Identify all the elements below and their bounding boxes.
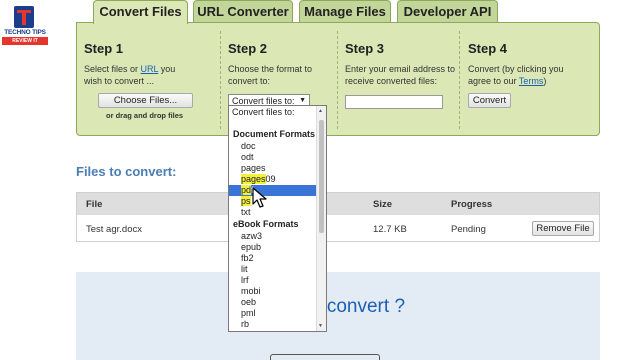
option-pdf[interactable]: pdf	[229, 185, 317, 196]
files-to-convert-title: Files to convert:	[76, 164, 177, 179]
choose-files-button[interactable]: Choose Files...	[98, 93, 193, 108]
option-pml[interactable]: pml	[229, 308, 317, 319]
scroll-up-icon[interactable]: ▲	[318, 108, 323, 114]
dropdown-scrollbar[interactable]: ▲ ▼	[316, 106, 326, 331]
file-name: Test agr.docx	[86, 224, 142, 235]
convert-button[interactable]: Convert	[468, 93, 511, 108]
option-epub[interactable]: epub	[229, 242, 317, 253]
option-odt[interactable]: odt	[229, 152, 317, 163]
step-1-text: Select files or URL you wish to convert …	[84, 64, 176, 86]
logo-subtitle: REVIEW IT	[2, 37, 48, 45]
step-1-title: Step 1	[84, 41, 124, 56]
logo-name: TECHNO TIPS	[4, 29, 46, 36]
step-3-text: Enter your email address to receive conv…	[345, 64, 456, 86]
terms-link[interactable]: Terms	[519, 76, 544, 86]
drop-zone-illustration	[270, 354, 380, 360]
tab-manage-files[interactable]: Manage Files	[299, 0, 391, 23]
column-header-file: File	[86, 199, 103, 210]
option-mobi[interactable]: mobi	[229, 286, 317, 297]
option-doc[interactable]: doc	[229, 141, 317, 152]
table-header	[77, 193, 599, 215]
option-oeb[interactable]: oeb	[229, 297, 317, 308]
step-2-text: Choose the format to convert to:	[228, 64, 313, 86]
steps-panel: Step 1 Select files or URL you wish to c…	[76, 22, 600, 136]
step-4: Step 4 Convert (by clicking you agree to…	[468, 23, 588, 135]
tab-url-converter[interactable]: URL Converter	[193, 0, 293, 23]
option-rb[interactable]: rb	[229, 319, 317, 330]
step-3-title: Step 3	[345, 41, 385, 56]
scroll-down-icon[interactable]: ▼	[318, 323, 323, 329]
tab-developer-api[interactable]: Developer API	[397, 0, 498, 23]
techno-tips-logo: TECHNO TIPS REVIEW IT	[2, 6, 48, 52]
step-divider	[337, 31, 338, 129]
column-header-size: Size	[373, 199, 393, 210]
files-table: File Size Progress Test agr.docx 12.7 KB…	[76, 192, 600, 242]
step-3: Step 3 Enter your email address to recei…	[345, 23, 460, 135]
file-size: 12.7 KB	[373, 224, 407, 235]
option-ps[interactable]: ps	[229, 196, 317, 207]
format-dropdown-list[interactable]: Convert files to: Document Formats doc o…	[228, 105, 327, 332]
email-field[interactable]	[345, 95, 443, 109]
option-txt[interactable]: txt	[229, 207, 317, 218]
step-divider	[459, 31, 460, 129]
option-pages[interactable]: pages	[229, 163, 317, 174]
option-pages09[interactable]: pages09	[229, 174, 317, 185]
step-2-title: Step 2	[228, 41, 268, 56]
logo-mark-icon	[14, 6, 34, 28]
mouse-pointer-icon	[252, 187, 267, 208]
step-divider	[220, 31, 221, 129]
remove-file-button[interactable]: Remove File	[532, 221, 594, 236]
drag-drop-text: or drag and drop files	[106, 111, 184, 120]
option-azw3[interactable]: azw3	[229, 231, 317, 242]
option-fb2[interactable]: fb2	[229, 253, 317, 264]
column-header-progress: Progress	[451, 199, 493, 210]
url-link[interactable]: URL	[141, 64, 159, 74]
file-progress: Pending	[451, 224, 486, 235]
step-4-title: Step 4	[468, 41, 508, 56]
option-lit[interactable]: lit	[229, 264, 317, 275]
step-4-text: Convert (by clicking you agree to our Te…	[468, 64, 564, 86]
step-1: Step 1 Select files or URL you wish to c…	[84, 23, 214, 135]
optgroup-document-formats: Document Formats	[233, 129, 316, 139]
scrollbar-thumb[interactable]	[319, 120, 324, 233]
optgroup-ebook-formats: eBook Formats	[233, 219, 299, 229]
dropdown-header[interactable]: Convert files to:	[229, 107, 317, 118]
tab-convert-files[interactable]: Convert Files	[93, 0, 188, 24]
option-lrf[interactable]: lrf	[229, 275, 317, 286]
convert-link[interactable]: convert ?	[327, 296, 405, 317]
